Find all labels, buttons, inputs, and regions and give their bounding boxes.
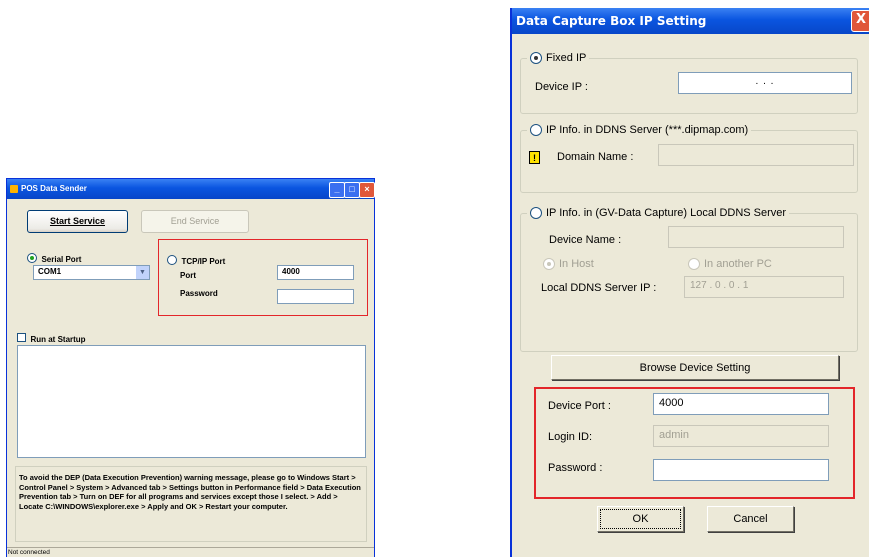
password-label-2: Password : <box>548 462 603 474</box>
fixed-ip-radio-dot <box>530 52 542 65</box>
tcpip-radio[interactable]: TCP/IP Port <box>167 251 225 269</box>
device-ip-label: Device IP : <box>535 81 588 93</box>
device-port-value: 4000 <box>659 397 684 409</box>
in-another-pc-radio[interactable]: In another PC <box>688 258 772 271</box>
ip-dialog-title-bar[interactable]: Data Capture Box IP Setting X <box>512 8 869 34</box>
local-ddns-ip-input[interactable]: 127 . 0 . 0 . 1 <box>684 276 844 298</box>
close-icon[interactable]: X <box>851 10 869 32</box>
local-ddns-ip-value: 127 . 0 . 0 . 1 <box>690 280 749 291</box>
device-port-label: Device Port : <box>548 400 611 412</box>
device-port-input[interactable]: 4000 <box>653 393 829 415</box>
serial-port-radio-dot <box>27 252 37 263</box>
chevron-down-icon[interactable]: ▼ <box>136 266 149 279</box>
start-service-label: Start Service <box>49 216 106 226</box>
login-id-input[interactable]: admin <box>653 425 829 447</box>
checkbox-box <box>17 333 26 343</box>
dep-message: To avoid the DEP (Data Execution Prevent… <box>15 466 367 542</box>
in-another-pc-label: In another PC <box>704 258 772 270</box>
fixed-ip-label: Fixed IP <box>546 52 587 64</box>
serial-port-label: Serial Port <box>41 255 82 264</box>
status-bar: Not connected <box>7 547 374 558</box>
port-value: 4000 <box>282 267 300 276</box>
cancel-label: Cancel <box>733 513 768 525</box>
status-text: Not connected <box>8 549 50 556</box>
password-input-2[interactable] <box>653 459 829 481</box>
end-service-label: End Service <box>170 216 220 226</box>
login-id-label: Login ID: <box>548 431 593 443</box>
ddns-radio[interactable]: IP Info. in DDNS Server (***.dipmap.com) <box>527 124 752 137</box>
local-ddns-radio-dot <box>530 207 542 220</box>
end-service-button[interactable]: End Service <box>141 210 249 233</box>
minimize-button[interactable]: _ <box>329 182 345 198</box>
ddns-label: IP Info. in DDNS Server (***.dipmap.com) <box>546 124 749 136</box>
serial-port-select[interactable]: COM1 ▼ <box>33 265 150 280</box>
port-input[interactable]: 4000 <box>277 265 354 280</box>
in-host-radio[interactable]: In Host <box>543 258 594 271</box>
pos-window-title: POS Data Sender <box>21 184 87 193</box>
ok-button[interactable]: OK <box>597 506 684 532</box>
in-host-label: In Host <box>559 258 594 270</box>
local-ddns-label: IP Info. in (GV-Data Capture) Local DDNS… <box>546 207 787 219</box>
in-host-radio-dot <box>543 258 555 271</box>
local-ddns-ip-label: Local DDNS Server IP : <box>541 282 657 294</box>
serial-port-value: COM1 <box>38 267 62 276</box>
browse-device-setting-button[interactable]: Browse Device Setting <box>551 355 839 380</box>
port-label: Port <box>180 271 196 280</box>
app-icon <box>10 185 18 193</box>
maximize-button[interactable]: □ <box>344 182 360 198</box>
start-service-button[interactable]: Start Service <box>27 210 128 233</box>
ok-label: OK <box>632 513 649 525</box>
device-name-label: Device Name : <box>549 234 622 246</box>
run-at-startup-label: Run at Startup <box>30 335 86 344</box>
ip-dialog-title: Data Capture Box IP Setting <box>516 14 707 28</box>
device-name-input[interactable] <box>668 226 844 248</box>
device-ip-input[interactable]: . . . <box>678 72 852 94</box>
login-id-value: admin <box>659 429 689 441</box>
ip-setting-dialog: Data Capture Box IP Setting X Fixed IP D… <box>510 8 869 557</box>
warning-icon: ! <box>529 151 540 164</box>
local-ddns-radio[interactable]: IP Info. in (GV-Data Capture) Local DDNS… <box>527 207 790 220</box>
domain-name-label: Domain Name : <box>557 151 634 163</box>
tcpip-label: TCP/IP Port <box>181 257 226 266</box>
cancel-button[interactable]: Cancel <box>707 506 794 532</box>
close-button[interactable]: × <box>359 182 375 198</box>
domain-name-input[interactable] <box>658 144 854 166</box>
pos-title-bar[interactable]: POS Data Sender _ □ × <box>7 179 375 199</box>
ddns-radio-dot <box>530 124 542 137</box>
fixed-ip-radio[interactable]: Fixed IP <box>527 52 590 65</box>
password-label: Password <box>180 289 218 298</box>
in-another-pc-radio-dot <box>688 258 700 271</box>
log-area[interactable] <box>17 345 366 458</box>
pos-data-sender-window: POS Data Sender _ □ × Start Service End … <box>6 178 375 557</box>
device-ip-value: . . . <box>755 76 775 87</box>
password-input[interactable] <box>277 289 354 304</box>
browse-button-label: Browse Device Setting <box>639 362 751 374</box>
tcpip-radio-dot <box>167 254 177 265</box>
